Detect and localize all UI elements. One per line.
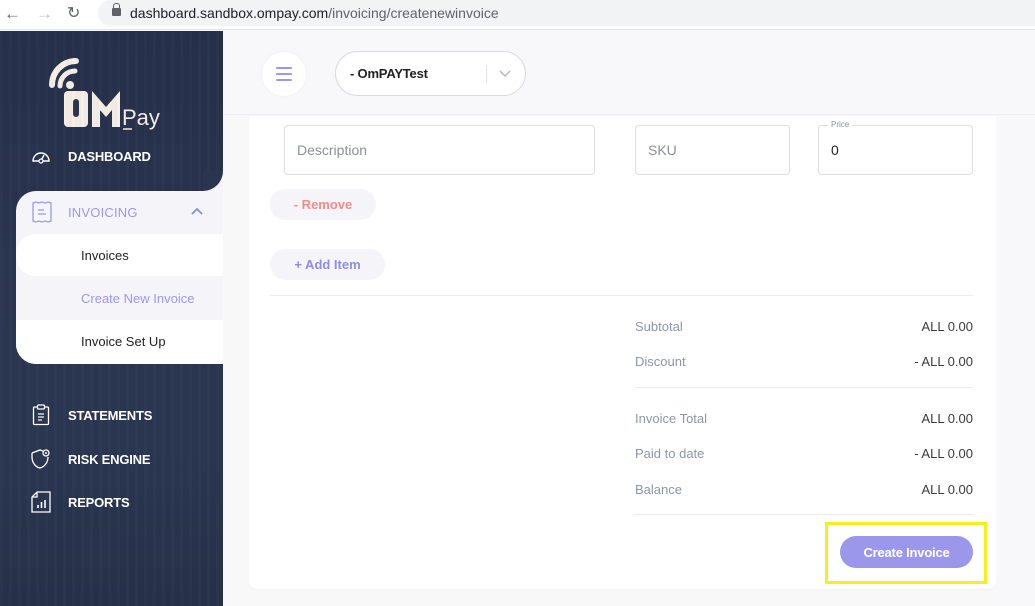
arrow-left-icon[interactable]: ← <box>4 4 21 24</box>
price-input[interactable] <box>819 126 972 174</box>
summary-label: Invoice Total <box>635 411 708 426</box>
summary-label: Discount <box>635 354 686 369</box>
description-field[interactable] <box>284 125 595 175</box>
page-gutter <box>996 116 1035 606</box>
reload-icon[interactable]: ↻ <box>67 4 80 24</box>
summary-label: Subtotal <box>635 319 683 334</box>
menu-toggle-button[interactable] <box>262 52 306 96</box>
ompay-logo[interactable]: Pay <box>44 55 174 135</box>
merchant-select-value: - OmPAYTest <box>350 66 428 81</box>
sidebar-item-dashboard[interactable]: DASHBOARD <box>0 136 223 176</box>
sidebar-item-risk-engine[interactable]: RISK ENGINE <box>0 439 223 479</box>
summary-value: ALL 0.00 <box>921 319 973 334</box>
summary-row-balance: Balance ALL 0.00 <box>635 482 973 500</box>
lock-icon <box>112 3 121 16</box>
sidebar-item-label: RISK ENGINE <box>68 451 151 467</box>
sidebar-invoicing-group: INVOICING Invoices Create New Invoice In… <box>16 191 223 364</box>
top-header: - OmPAYTest <box>223 31 1035 115</box>
summary-row-discount: Discount - ALL 0.00 <box>635 354 973 372</box>
divider <box>635 514 973 515</box>
svg-text:Pay: Pay <box>122 105 160 130</box>
merchant-select[interactable]: - OmPAYTest <box>335 51 526 96</box>
summary-row-invoice-total: Invoice Total ALL 0.00 <box>635 411 973 429</box>
summary-value: ALL 0.00 <box>921 411 973 426</box>
sku-input[interactable] <box>636 126 789 174</box>
price-field[interactable]: Price <box>818 120 973 175</box>
sku-field[interactable] <box>635 125 790 175</box>
url-text[interactable]: dashboard.sandbox.ompay.com/invoicing/cr… <box>130 5 499 21</box>
summary-label: Balance <box>635 482 682 497</box>
sidebar-item-reports[interactable]: REPORTS <box>0 482 223 522</box>
summary-value: - ALL 0.00 <box>914 354 973 369</box>
summary-row-paid-to-date: Paid to date - ALL 0.00 <box>635 446 973 464</box>
divider <box>270 295 973 296</box>
summary-label: Paid to date <box>635 446 705 461</box>
sidebar-item-invoicing[interactable]: INVOICING <box>16 191 223 233</box>
browser-toolbar: ← → ↻ dashboard.sandbox.ompay.com/invoic… <box>0 0 1035 30</box>
speedometer-icon <box>30 145 52 167</box>
sidebar-item-label: DASHBOARD <box>68 148 151 164</box>
shield-gear-icon <box>30 448 52 470</box>
select-separator <box>486 65 487 83</box>
sidebar-subitem-invoice-set-up[interactable]: Invoice Set Up <box>16 320 223 364</box>
summary-value: ALL 0.00 <box>921 482 973 497</box>
sidebar-subitem-invoices[interactable]: Invoices <box>16 234 223 276</box>
sidebar-item-label: REPORTS <box>68 494 130 510</box>
url-host: dashboard.sandbox.ompay.com <box>130 5 329 21</box>
remove-item-button[interactable]: - Remove <box>270 189 376 220</box>
chart-document-icon <box>30 491 52 513</box>
sidebar-subitem-label: Invoices <box>81 248 129 263</box>
chevron-down-icon[interactable] <box>496 64 514 82</box>
invoice-form-card <box>249 116 996 589</box>
receipt-icon <box>30 200 54 229</box>
divider <box>635 387 973 388</box>
sidebar-item-label: INVOICING <box>68 205 138 220</box>
sidebar-subitem-label: Invoice Set Up <box>81 334 166 349</box>
arrow-right-icon[interactable]: → <box>36 4 53 24</box>
sidebar-item-statements[interactable]: STATEMENTS <box>0 395 223 435</box>
clipboard-icon <box>30 404 52 426</box>
chevron-up-icon[interactable] <box>191 204 203 218</box>
add-item-button[interactable]: + Add Item <box>270 249 385 280</box>
description-input[interactable] <box>285 126 594 174</box>
url-path: /invoicing/createnewinvoice <box>328 5 499 21</box>
sidebar-subitem-create-new-invoice[interactable]: Create New Invoice <box>16 277 223 319</box>
summary-value: - ALL 0.00 <box>914 446 973 461</box>
create-invoice-button[interactable]: Create Invoice <box>840 536 973 568</box>
sidebar-item-label: STATEMENTS <box>68 407 153 423</box>
address-bar[interactable]: dashboard.sandbox.ompay.com/invoicing/cr… <box>98 0 1035 26</box>
sidebar-subitem-label: Create New Invoice <box>81 291 195 306</box>
summary-row-subtotal: Subtotal ALL 0.00 <box>635 319 973 337</box>
